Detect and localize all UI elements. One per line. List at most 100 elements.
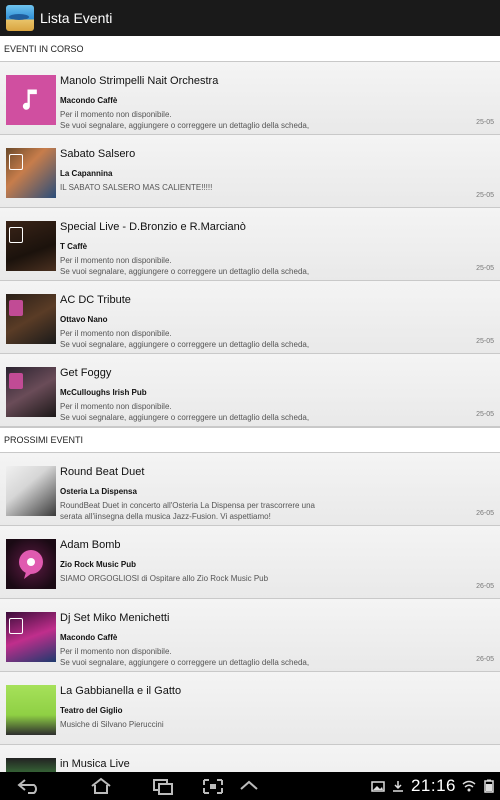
list-item[interactable]: Adam Bomb Zio Rock Music Pub SIAMO ORGOG…	[0, 526, 500, 599]
event-title: Round Beat Duet	[60, 466, 145, 478]
event-date: 25-05	[476, 265, 494, 272]
clock: 21:16	[410, 776, 456, 795]
description-line: Se vuoi segnalare, aggiungere o corregge…	[60, 658, 310, 667]
description-line: Per il momento non disponibile.	[60, 647, 172, 656]
event-venue: Macondo Caffè	[60, 96, 118, 105]
list-item[interactable]: Sabato Salsero La Capannina IL SABATO SA…	[0, 135, 500, 208]
event-title: Sabato Salsero	[60, 148, 136, 160]
list-item[interactable]: Round Beat Duet Osteria La Dispensa Roun…	[0, 453, 500, 526]
description-line: Per il momento non disponibile.	[60, 402, 172, 411]
event-title: AC DC Tribute	[60, 294, 131, 306]
section-header-upcoming: PROSSIMI EVENTI	[0, 427, 500, 453]
event-description: RoundBeat Duet in concerto all'Osteria L…	[60, 500, 460, 522]
event-date: 25-05	[476, 411, 494, 418]
photo-thumbnail	[6, 539, 56, 589]
section-header-current: EVENTI IN CORSO	[0, 36, 500, 62]
description-line: serata all'iinsegna della musica Jazz-Fu…	[60, 512, 271, 521]
event-date: 26-05	[476, 583, 494, 590]
event-description: Per il momento non disponibile. Se vuoi …	[60, 401, 460, 423]
current-events-list: Manolo Strimpelli Nait Orchestra Macondo…	[0, 62, 500, 427]
speech-bubble-icon	[19, 550, 43, 579]
list-item[interactable]: Dj Set Miko Menichetti Macondo Caffè Per…	[0, 599, 500, 672]
back-button[interactable]	[16, 776, 42, 796]
home-button[interactable]	[88, 776, 114, 796]
section-label: PROSSIMI EVENTI	[4, 435, 84, 445]
photo-thumbnail	[6, 294, 56, 344]
app-logo-icon[interactable]	[6, 5, 34, 31]
music-note-icon	[22, 89, 37, 110]
description-line: SIAMO ORGOGLIOSI di Ospitare allo Zio Ro…	[60, 574, 269, 583]
recent-apps-icon	[153, 779, 173, 795]
photo-thumbnail	[6, 758, 56, 772]
venue-logo-icon	[9, 300, 23, 316]
upcoming-events-list: Round Beat Duet Osteria La Dispensa Roun…	[0, 453, 500, 772]
description-line: Per il momento non disponibile.	[60, 110, 172, 119]
venue-logo-icon	[9, 373, 23, 389]
status-area[interactable]: 21:16	[371, 772, 496, 800]
event-title: Dj Set Miko Menichetti	[60, 612, 170, 624]
description-line: Se vuoi segnalare, aggiungere o corregge…	[60, 267, 310, 276]
event-venue: Osteria La Dispensa	[60, 487, 137, 496]
back-icon	[17, 779, 37, 794]
event-description: Musiche di Silvano Pieruccini	[60, 719, 460, 730]
event-title: Manolo Strimpelli Nait Orchestra	[60, 75, 219, 87]
photo-thumbnail	[6, 685, 56, 735]
event-date: 25-05	[476, 338, 494, 345]
event-date: 26-05	[476, 510, 494, 517]
event-title: Adam Bomb	[60, 539, 121, 551]
event-title: Get Foggy	[60, 367, 112, 379]
photo-thumbnail	[6, 148, 56, 198]
event-title: La Gabbianella e il Gatto	[60, 685, 182, 697]
home-icon	[91, 777, 111, 794]
event-title: in Musica Live	[60, 758, 130, 770]
photo-thumbnail	[6, 221, 56, 271]
description-line: Musiche di Silvano Pieruccini	[60, 720, 164, 729]
battery-icon	[484, 779, 494, 793]
venue-logo-icon	[9, 618, 23, 634]
list-item[interactable]: AC DC Tribute Ottavo Nano Per il momento…	[0, 281, 500, 354]
event-date: 25-05	[476, 192, 494, 199]
action-bar: Lista Eventi	[0, 0, 500, 36]
list-item[interactable]: La Gabbianella e il Gatto Teatro del Gig…	[0, 672, 500, 745]
event-venue: Teatro del Giglio	[60, 706, 123, 715]
list-item[interactable]: Manolo Strimpelli Nait Orchestra Macondo…	[0, 62, 500, 135]
description-line: Per il momento non disponibile.	[60, 329, 172, 338]
event-list-content[interactable]: EVENTI IN CORSO Manolo Strimpelli Nait O…	[0, 36, 500, 772]
photo-thumbnail	[6, 367, 56, 417]
event-description: Per il momento non disponibile. Se vuoi …	[60, 328, 460, 350]
section-label: EVENTI IN CORSO	[4, 43, 84, 54]
event-description: SIAMO ORGOGLIOSI di Ospitare allo Zio Ro…	[60, 573, 460, 584]
event-date: 25-05	[476, 119, 494, 126]
page-title: Lista Eventi	[40, 10, 113, 26]
screenshot-button[interactable]	[200, 776, 226, 796]
chevron-up-icon	[240, 780, 258, 790]
list-item[interactable]: Get Foggy McCulloughs Irish Pub Per il m…	[0, 354, 500, 427]
event-description: IL SABATO SALSERO MAS CALIENTE!!!!!	[60, 182, 460, 193]
description-line: Se vuoi segnalare, aggiungere o corregge…	[60, 413, 310, 422]
gallery-notification-icon	[371, 781, 385, 792]
recent-apps-button[interactable]	[150, 776, 176, 796]
download-notification-icon	[392, 781, 403, 792]
description-line: Per il momento non disponibile.	[60, 256, 172, 265]
event-title: Special Live - D.Bronzio e R.Marcianò	[60, 221, 246, 233]
venue-logo-icon	[9, 227, 23, 243]
photo-thumbnail	[6, 466, 56, 516]
list-item[interactable]: Special Live - D.Bronzio e R.Marcianò T …	[0, 208, 500, 281]
system-navigation-bar: 21:16	[0, 772, 500, 800]
venue-logo-icon	[9, 154, 23, 170]
description-line: Se vuoi segnalare, aggiungere o corregge…	[60, 121, 310, 130]
photo-thumbnail	[6, 612, 56, 662]
screenshot-icon	[203, 779, 223, 794]
menu-up-button[interactable]	[236, 776, 262, 796]
event-venue: T Caffè	[60, 242, 88, 251]
wifi-icon	[462, 780, 476, 792]
event-venue: Macondo Caffè	[60, 633, 118, 642]
list-item[interactable]: in Musica Live	[0, 745, 500, 772]
music-note-thumbnail	[6, 75, 56, 125]
description-line: IL SABATO SALSERO MAS CALIENTE!!!!!	[60, 183, 213, 192]
event-description: Per il momento non disponibile. Se vuoi …	[60, 646, 460, 668]
event-venue: Ottavo Nano	[60, 315, 108, 324]
event-description: Per il momento non disponibile. Se vuoi …	[60, 109, 460, 131]
event-venue: Zio Rock Music Pub	[60, 560, 137, 569]
event-date: 26-05	[476, 656, 494, 663]
